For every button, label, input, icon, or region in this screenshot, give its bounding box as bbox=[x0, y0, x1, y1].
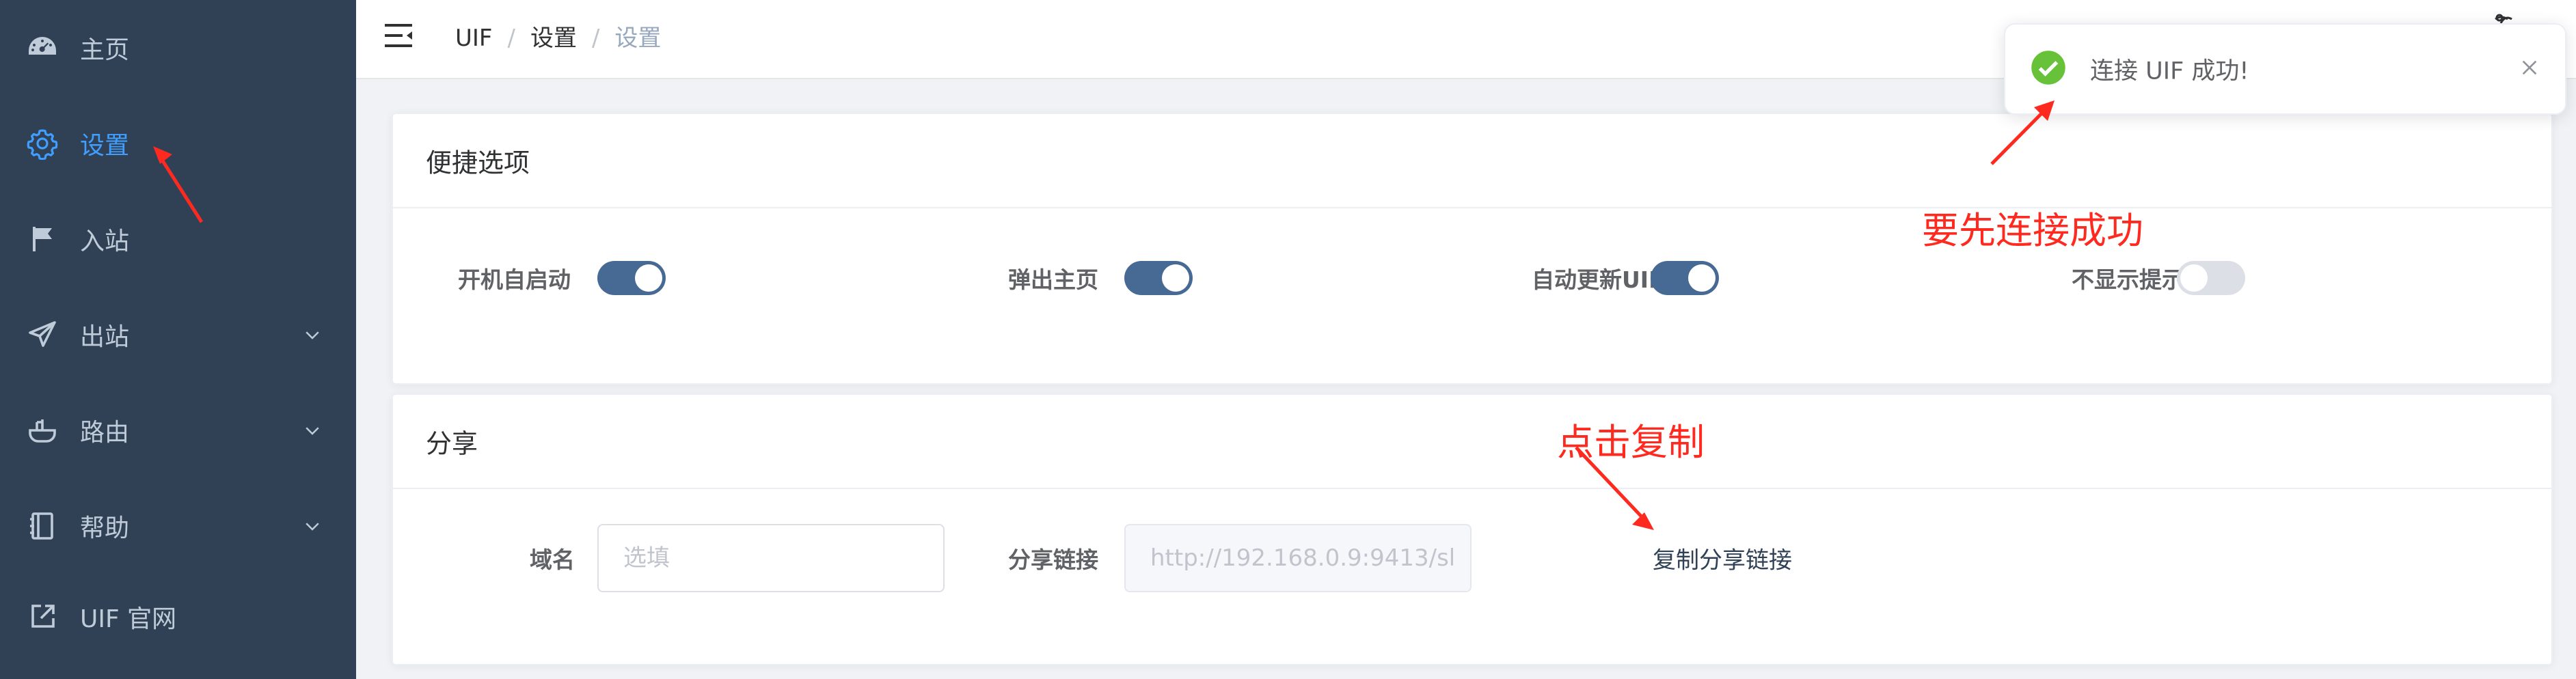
card-header: 便捷选项 bbox=[393, 114, 2551, 208]
breadcrumb-separator: / bbox=[591, 25, 600, 52]
chevron-down-icon bbox=[302, 516, 323, 536]
sidebar-item-routing[interactable]: 路由 bbox=[0, 383, 356, 478]
card-header: 分享 bbox=[393, 395, 2551, 489]
sidebar-item-help[interactable]: 帮助 bbox=[0, 478, 356, 574]
flag-icon bbox=[26, 223, 59, 255]
toast-message: 连接 UIF 成功! bbox=[2090, 57, 2249, 85]
option-label: 不显示提示 bbox=[2072, 266, 2184, 293]
sidebar-item-inbound[interactable]: 入站 bbox=[0, 191, 356, 287]
sidebar-item-label: 帮助 bbox=[80, 514, 130, 542]
auto-update-switch[interactable] bbox=[1651, 261, 1719, 295]
gear-icon bbox=[26, 127, 59, 160]
sidebar-item-website[interactable]: UIF 官网 bbox=[0, 569, 356, 665]
sidebar-item-label: 出站 bbox=[80, 323, 130, 351]
breadcrumb-current: 设置 bbox=[614, 25, 662, 52]
sidebar-item-home[interactable]: 主页 bbox=[0, 0, 356, 96]
share-link-label: 分享链接 bbox=[1008, 546, 1098, 573]
annotation-click-copy: 点击复制 bbox=[1557, 421, 1705, 464]
sidebar-item-label: UIF 官网 bbox=[80, 605, 177, 633]
switch-knob bbox=[1688, 264, 1716, 292]
chevron-down-icon bbox=[302, 324, 323, 345]
card-title: 便捷选项 bbox=[426, 148, 530, 178]
book-icon bbox=[26, 510, 59, 542]
share-link-input[interactable]: http://192.168.0.9:9413/sl bbox=[1124, 524, 1472, 592]
sidebar: 主页 设置 入站 出站 路由 帮助 UIF 官网 bbox=[0, 0, 356, 679]
breadcrumb: UIF / 设置 / 设置 bbox=[455, 19, 661, 53]
domain-input[interactable]: 选填 bbox=[597, 524, 945, 592]
copy-share-link-button[interactable]: 复制分享链接 bbox=[1653, 542, 1792, 575]
share-card: 分享 域名 选填 分享链接 http://192.168.0.9:9413/sl… bbox=[392, 393, 2553, 665]
annotation-connect-first: 要先连接成功 bbox=[1922, 209, 2143, 252]
breadcrumb-item[interactable]: 设置 bbox=[530, 19, 577, 53]
option-label: 弹出主页 bbox=[1008, 266, 1098, 293]
switch-knob bbox=[1162, 264, 1189, 292]
chevron-down-icon bbox=[302, 420, 323, 441]
card-title: 分享 bbox=[426, 428, 478, 459]
popup-home-switch[interactable] bbox=[1124, 261, 1193, 295]
sidebar-item-label: 路由 bbox=[80, 419, 130, 447]
hide-tips-switch[interactable] bbox=[2177, 261, 2245, 295]
route-icon bbox=[26, 414, 59, 447]
option-label: 开机自启动 bbox=[458, 266, 571, 293]
close-icon[interactable] bbox=[2519, 57, 2540, 79]
send-icon bbox=[26, 318, 59, 351]
breadcrumb-separator: / bbox=[507, 25, 515, 52]
dashboard-icon bbox=[26, 31, 59, 64]
sidebar-item-outbound[interactable]: 出站 bbox=[0, 287, 356, 383]
sidebar-item-label: 入站 bbox=[80, 227, 130, 255]
sidebar-item-label: 设置 bbox=[80, 132, 130, 160]
success-toast: 连接 UIF 成功! bbox=[2004, 23, 2566, 115]
external-link-icon bbox=[26, 600, 59, 633]
switch-knob bbox=[635, 264, 662, 292]
breadcrumb-item[interactable]: UIF bbox=[455, 25, 492, 52]
switch-knob bbox=[2180, 264, 2208, 292]
sidebar-item-label: 主页 bbox=[80, 36, 130, 64]
quick-options-card: 便捷选项 开机自启动 弹出主页 自动更新UIF 不显示提示 bbox=[392, 113, 2553, 385]
option-label: 自动更新UIF bbox=[1532, 266, 1664, 293]
domain-label: 域名 bbox=[530, 546, 575, 573]
autostart-switch[interactable] bbox=[597, 261, 666, 295]
check-circle-icon bbox=[2030, 49, 2067, 86]
sidebar-item-settings[interactable]: 设置 bbox=[0, 96, 356, 191]
menu-toggle-icon[interactable] bbox=[383, 22, 413, 49]
